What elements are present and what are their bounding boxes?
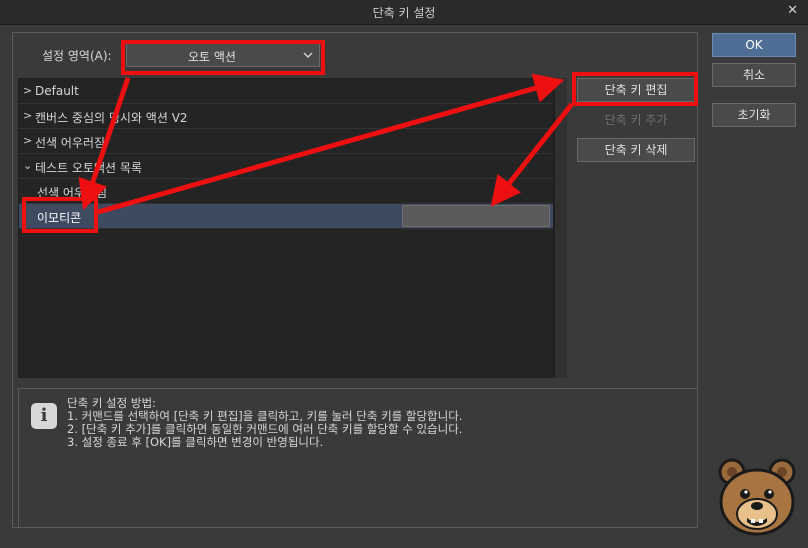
- tree-row-default[interactable]: > Default: [19, 79, 553, 104]
- tree-row-label: 선색 어우러짐: [37, 186, 108, 200]
- tree-row-child-color-blend[interactable]: 선색 어우러짐: [19, 179, 553, 204]
- tree-row-test-auto-actions[interactable]: ⌄ 테스트 오토액션 목록: [19, 154, 553, 179]
- scope-label: 설정 영역(A):: [42, 49, 112, 63]
- tree-row-label: Default: [35, 84, 79, 98]
- title-bar: 단축 키 설정 ✕: [0, 0, 808, 25]
- tree-row-label: 이모티콘: [37, 211, 82, 225]
- reset-button[interactable]: 초기화: [712, 103, 796, 127]
- tree-row-label: 캔버스 중심의 명시와 액션 V2: [35, 111, 188, 125]
- command-tree: > Default > 캔버스 중심의 명시와 액션 V2 > 선색 어우러짐 …: [18, 78, 554, 378]
- window-title: 단축 키 설정: [372, 6, 436, 20]
- collapse-arrow-icon[interactable]: ⌄: [23, 160, 33, 172]
- bear-mascot-image: [718, 458, 796, 536]
- scope-dropdown[interactable]: 오토 액션: [126, 43, 320, 67]
- tree-row-label: 선색 어우러짐: [35, 136, 106, 150]
- close-icon[interactable]: ✕: [787, 3, 798, 18]
- cancel-button[interactable]: 취소: [712, 63, 796, 87]
- expand-arrow-icon[interactable]: >: [23, 135, 33, 147]
- tree-row-canvas-actions[interactable]: > 캔버스 중심의 명시와 액션 V2: [19, 104, 553, 129]
- tree-scrollbar[interactable]: [554, 78, 567, 378]
- ok-button[interactable]: OK: [712, 33, 796, 57]
- expand-arrow-icon[interactable]: >: [23, 110, 33, 122]
- delete-shortcut-button[interactable]: 단축 키 삭제: [577, 138, 695, 162]
- help-text: 단축 키 설정 방법: 1. 커맨드를 선택하여 [단축 키 편집]을 클릭하고…: [67, 397, 462, 449]
- scope-value: 오토 액션: [188, 50, 236, 64]
- add-shortcut-button[interactable]: 단축 키 추가: [577, 108, 695, 132]
- help-line-3: 3. 설정 종료 후 [OK]를 클릭하면 변경이 반영됩니다.: [67, 435, 324, 449]
- edit-shortcut-button[interactable]: 단축 키 편집: [577, 78, 695, 102]
- info-icon: i: [31, 403, 57, 429]
- tree-row-label: 테스트 오토액션 목록: [35, 161, 142, 175]
- shortcut-key-field[interactable]: [402, 205, 550, 227]
- expand-arrow-icon[interactable]: >: [23, 85, 33, 97]
- tree-row-color-blend[interactable]: > 선색 어우러짐: [19, 129, 553, 154]
- help-panel: i 단축 키 설정 방법: 1. 커맨드를 선택하여 [단축 키 편집]을 클릭…: [18, 388, 698, 528]
- tree-row-emoticon-selected[interactable]: 이모티콘: [19, 204, 553, 229]
- chevron-down-icon: [303, 52, 313, 59]
